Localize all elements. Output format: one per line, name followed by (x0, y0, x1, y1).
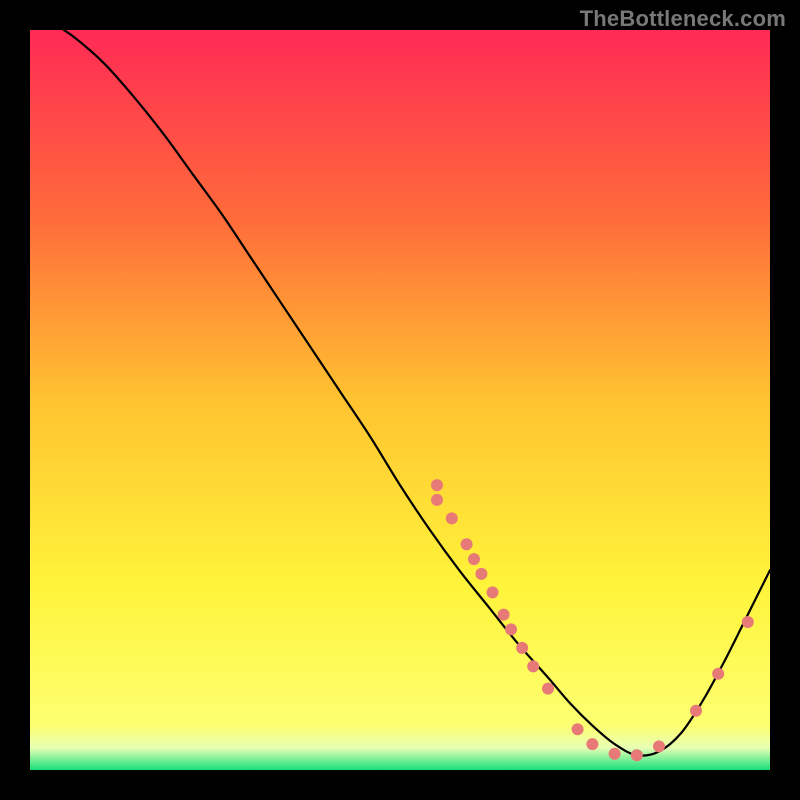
scatter-point (742, 616, 754, 628)
scatter-point (431, 479, 443, 491)
scatter-point (431, 494, 443, 506)
scatter-point (487, 586, 499, 598)
scatter-point (542, 683, 554, 695)
scatter-point (609, 748, 621, 760)
scatter-point (712, 668, 724, 680)
scatter-point (516, 642, 528, 654)
scatter-point (631, 749, 643, 761)
scatter-point (446, 512, 458, 524)
chart-svg (30, 30, 770, 770)
scatter-point (572, 723, 584, 735)
scatter-point (527, 660, 539, 672)
scatter-point (461, 538, 473, 550)
scatter-point (498, 609, 510, 621)
chart-frame: TheBottleneck.com (0, 0, 800, 800)
watermark-text: TheBottleneck.com (580, 6, 786, 32)
chart-background (30, 30, 770, 770)
scatter-point (468, 553, 480, 565)
scatter-point (475, 568, 487, 580)
scatter-point (505, 623, 517, 635)
scatter-point (653, 740, 665, 752)
scatter-point (690, 705, 702, 717)
scatter-point (586, 738, 598, 750)
plot-area (30, 30, 770, 770)
